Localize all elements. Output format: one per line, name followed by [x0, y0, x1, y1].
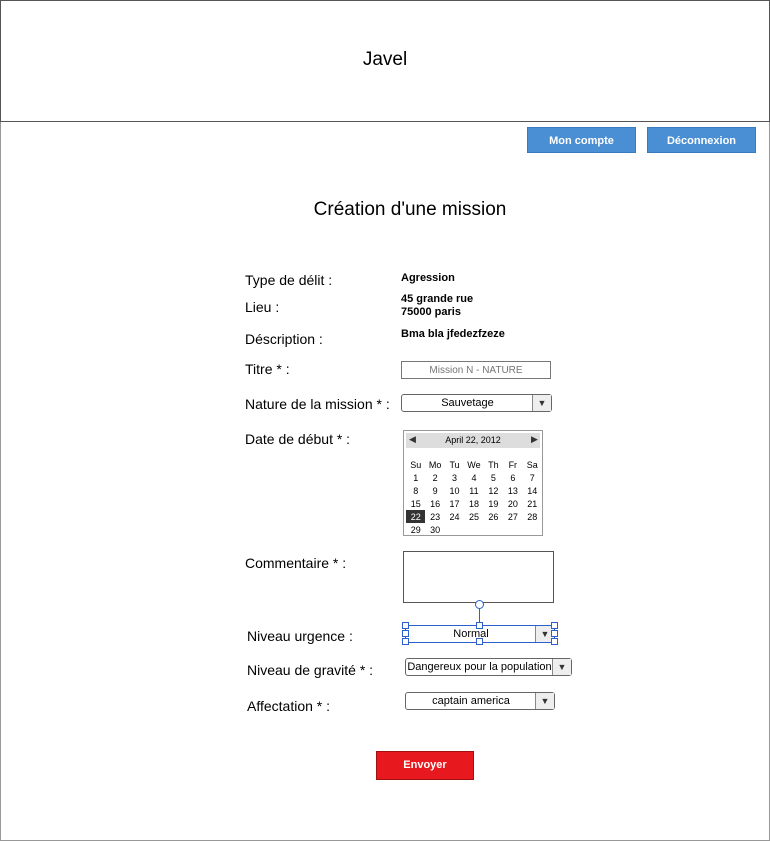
chevron-down-icon[interactable]: ▼	[535, 693, 554, 709]
calendar-day[interactable]: 10	[445, 484, 464, 497]
affectation-label: Affectation * :	[247, 698, 331, 714]
calendar-day[interactable]: 30	[425, 523, 444, 536]
calendar-day[interactable]: 9	[425, 484, 444, 497]
calendar-month-label: April 22, 2012	[445, 435, 501, 445]
resize-handle[interactable]	[402, 630, 409, 637]
calendar-day	[503, 523, 522, 536]
chevron-down-icon[interactable]: ▼	[552, 659, 571, 675]
resize-handle[interactable]	[551, 638, 558, 645]
calendar-week: 8 9 10 11 12 13 14	[406, 484, 542, 497]
lieu-label: Lieu :	[245, 299, 280, 315]
calendar-day[interactable]: 26	[484, 510, 503, 523]
triangle-left-icon[interactable]: ◀	[409, 434, 416, 445]
calendar-week: 29 30	[406, 523, 542, 536]
titre-input[interactable]	[401, 361, 551, 379]
logout-button[interactable]: Déconnexion	[647, 127, 756, 153]
gravite-label: Niveau de gravité * :	[247, 662, 374, 678]
comment-textarea[interactable]	[403, 551, 554, 603]
date-calendar[interactable]: April 22, 2012 ◀ ▶ Su Mo Tu We Th Fr Sa …	[403, 430, 543, 536]
calendar-day[interactable]: 2	[425, 471, 444, 484]
calendar-day[interactable]: 24	[445, 510, 464, 523]
calendar-grid: Su Mo Tu We Th Fr Sa 1 2 3 4 5 6 7 8 9 1…	[406, 458, 542, 536]
resize-handle[interactable]	[551, 630, 558, 637]
weekday: Su	[410, 459, 422, 470]
calendar-day	[445, 523, 464, 536]
date-label: Date de début * :	[245, 431, 351, 447]
lieu-line1: 45 grande rue	[401, 293, 474, 305]
calendar-day-selected[interactable]: 22	[406, 510, 426, 523]
calendar-day[interactable]: 19	[484, 497, 503, 510]
calendar-day[interactable]: 28	[523, 510, 542, 523]
app-title: Javel	[362, 49, 408, 70]
calendar-day[interactable]: 25	[464, 510, 483, 523]
calendar-day[interactable]: 5	[484, 471, 503, 484]
calendar-day[interactable]: 21	[523, 497, 542, 510]
affectation-select[interactable]: captain america ▼	[405, 692, 555, 710]
calendar-weekdays: Su Mo Tu We Th Fr Sa	[406, 458, 542, 471]
resize-handle[interactable]	[476, 638, 483, 645]
nature-label: Nature de la mission * :	[245, 396, 390, 412]
resize-handle[interactable]	[476, 622, 483, 629]
calendar-week: 1 2 3 4 5 6 7	[406, 471, 542, 484]
gravite-select-value: Dangereux pour la population	[407, 661, 552, 673]
calendar-day[interactable]: 15	[406, 497, 425, 510]
rotate-handle[interactable]	[475, 600, 484, 609]
calendar-day[interactable]: 1	[406, 471, 425, 484]
calendar-day[interactable]: 12	[484, 484, 503, 497]
comment-label: Commentaire * :	[245, 555, 347, 571]
type-value: Agression	[401, 272, 455, 284]
calendar-week: 15 16 17 18 19 20 21	[406, 497, 542, 510]
calendar-day[interactable]: 23	[425, 510, 444, 523]
urgence-label: Niveau urgence :	[247, 628, 353, 644]
calendar-day	[523, 523, 542, 536]
calendar-header: April 22, 2012	[406, 433, 540, 448]
calendar-day[interactable]: 6	[503, 471, 522, 484]
calendar-day[interactable]: 11	[464, 484, 483, 497]
calendar-day[interactable]: 13	[503, 484, 522, 497]
type-label: Type de délit :	[245, 272, 333, 288]
chevron-down-icon[interactable]: ▼	[532, 395, 551, 411]
calendar-day[interactable]: 27	[503, 510, 522, 523]
description-label: Déscription :	[245, 331, 323, 347]
calendar-day[interactable]: 20	[503, 497, 522, 510]
description-value: Bma bla jfedezfzeze	[401, 328, 505, 340]
nature-select[interactable]: Sauvetage ▼	[401, 394, 552, 412]
account-button[interactable]: Mon compte	[527, 127, 636, 153]
titre-label: Titre * :	[245, 361, 290, 377]
calendar-day[interactable]: 17	[445, 497, 464, 510]
urgence-select-value: Normal	[453, 628, 489, 640]
page-title: Création d'une mission	[313, 199, 507, 220]
weekday: Tu	[449, 459, 460, 470]
calendar-day[interactable]: 8	[406, 484, 425, 497]
calendar-day[interactable]: 4	[464, 471, 483, 484]
resize-handle[interactable]	[402, 638, 409, 645]
lieu-line2: 75000 paris	[401, 306, 461, 318]
calendar-day	[484, 523, 503, 536]
resize-handle[interactable]	[402, 622, 409, 629]
calendar-day[interactable]: 14	[523, 484, 542, 497]
calendar-week: 22 23 24 25 26 27 28	[406, 510, 542, 523]
nature-select-value: Sauvetage	[441, 397, 494, 409]
triangle-right-icon[interactable]: ▶	[531, 434, 538, 445]
calendar-day[interactable]: 18	[464, 497, 483, 510]
weekday: Th	[488, 459, 499, 470]
calendar-day[interactable]: 29	[406, 523, 425, 536]
resize-handle[interactable]	[551, 622, 558, 629]
calendar-day[interactable]: 3	[445, 471, 464, 484]
calendar-day[interactable]: 7	[523, 471, 542, 484]
weekday: Fr	[508, 459, 518, 470]
submit-button[interactable]: Envoyer	[376, 751, 474, 780]
weekday: Sa	[526, 459, 538, 470]
weekday: Mo	[428, 459, 442, 470]
affectation-select-value: captain america	[432, 695, 510, 707]
gravite-select[interactable]: Dangereux pour la population ▼	[405, 658, 572, 676]
calendar-day[interactable]: 16	[425, 497, 444, 510]
calendar-day	[464, 523, 483, 536]
weekday: We	[467, 459, 481, 470]
